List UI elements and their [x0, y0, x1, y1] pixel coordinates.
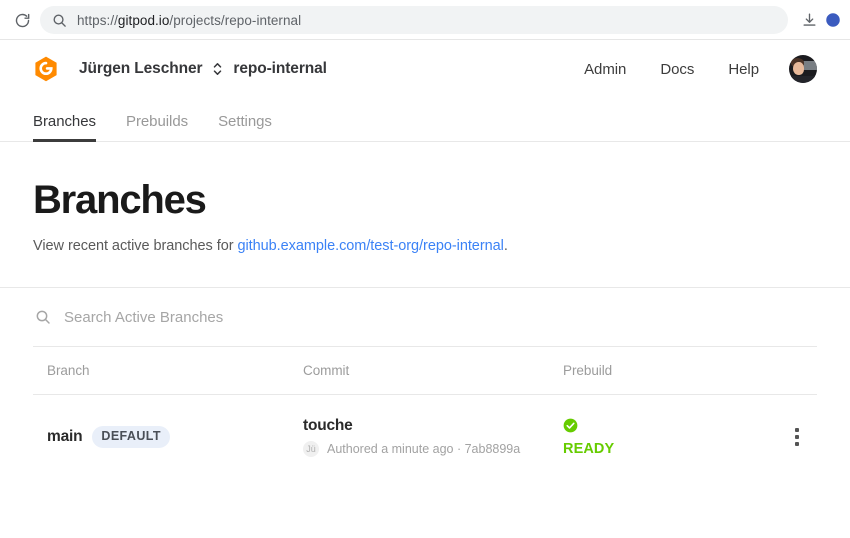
kebab-dot: [795, 442, 799, 446]
page-subtitle-prefix: View recent active branches for: [33, 238, 238, 254]
prebuild-cell: READY: [563, 418, 777, 457]
table-row[interactable]: main DEFAULT touche Jü Authored a minute…: [33, 395, 817, 473]
branch-name: main: [47, 428, 83, 445]
reload-icon[interactable]: [8, 6, 36, 34]
address-bar-url: https://gitpod.io/projects/repo-internal: [77, 13, 301, 28]
chevron-up-down-icon: [213, 61, 222, 77]
search-branches-row: [33, 288, 817, 346]
column-header-prebuild: Prebuild: [563, 363, 613, 378]
browser-toolbar: https://gitpod.io/projects/repo-internal: [0, 0, 850, 40]
extension-icon[interactable]: [824, 5, 842, 35]
page-content: Branches View recent active branches for…: [0, 178, 850, 473]
commit-meta: Jü Authored a minute ago · 7ab8899a: [303, 441, 563, 457]
tab-branches[interactable]: Branches: [33, 113, 96, 142]
project-tabs: Branches Prebuilds Settings: [0, 98, 850, 142]
repository-link[interactable]: github.example.com/test-org/repo-interna…: [237, 238, 503, 254]
commit-author-avatar: Jü: [303, 441, 319, 457]
commit-cell: touche Jü Authored a minute ago · 7ab889…: [303, 417, 563, 457]
project-name: repo-internal: [233, 60, 327, 77]
tabs-divider: [0, 141, 850, 142]
kebab-menu-icon[interactable]: [777, 422, 817, 452]
page-subtitle: View recent active branches for github.e…: [33, 238, 817, 254]
tab-settings[interactable]: Settings: [218, 113, 272, 142]
url-scheme: https://: [77, 12, 118, 28]
tab-prebuilds[interactable]: Prebuilds: [126, 113, 188, 142]
branch-cell: main DEFAULT: [33, 426, 303, 448]
nav-link-help[interactable]: Help: [728, 61, 759, 78]
download-icon[interactable]: [794, 5, 824, 35]
table-header-row: Branch Commit Prebuild: [33, 347, 817, 394]
nav-link-docs[interactable]: Docs: [660, 61, 694, 78]
avatar-face: [793, 62, 804, 75]
org-name: Jürgen Leschner: [79, 60, 203, 77]
column-header-branch: Branch: [47, 363, 90, 378]
check-circle-icon: [563, 418, 578, 438]
address-bar[interactable]: https://gitpod.io/projects/repo-internal: [40, 6, 788, 34]
app-header: Jürgen Leschner repo-internal Admin Docs…: [0, 40, 850, 98]
row-actions-cell: [777, 422, 817, 452]
avatar-bg-bottom: [789, 76, 817, 83]
url-host: gitpod.io: [117, 12, 170, 28]
column-header-commit: Commit: [303, 363, 350, 378]
commit-message: touche: [303, 417, 353, 434]
search-icon: [52, 13, 67, 28]
page-title: Branches: [33, 178, 207, 222]
org-project-switcher[interactable]: Jürgen Leschner repo-internal: [79, 60, 327, 78]
avatar-bg-right: [803, 61, 817, 70]
url-path: /projects/repo-internal: [169, 12, 302, 28]
default-branch-badge: DEFAULT: [92, 426, 170, 448]
user-avatar[interactable]: [789, 55, 817, 83]
header-nav: Admin Docs Help: [584, 61, 759, 78]
search-input[interactable]: [64, 308, 384, 326]
prebuild-status-badge: READY: [563, 440, 615, 457]
kebab-dot: [795, 428, 799, 432]
page-subtitle-suffix: .: [503, 238, 508, 254]
gitpod-logo-icon[interactable]: [33, 56, 59, 82]
kebab-dot: [795, 435, 799, 439]
nav-link-admin[interactable]: Admin: [584, 61, 626, 78]
tab-list: Branches Prebuilds Settings: [33, 98, 817, 142]
search-icon: [35, 309, 51, 325]
commit-meta-text: Authored a minute ago · 7ab8899a: [327, 442, 521, 456]
